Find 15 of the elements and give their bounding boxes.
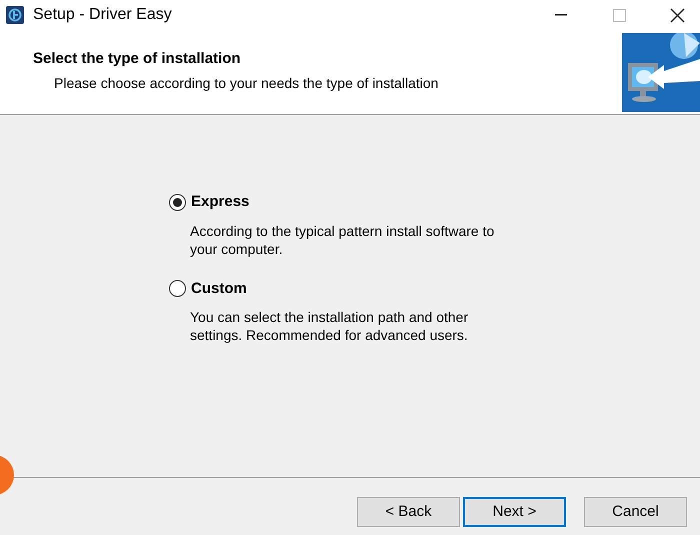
option-description: You can select the installation path and other settings. Recommended for advanced users. [190, 308, 470, 344]
option-label[interactable]: Custom [191, 278, 247, 300]
minimize-icon[interactable] [555, 14, 567, 16]
close-icon[interactable] [670, 8, 684, 22]
radio-button[interactable] [169, 280, 186, 298]
window-title: Setup - Driver Easy [33, 5, 172, 25]
page-subtitle: Please choose according to your needs the type of installation [54, 74, 438, 93]
dialog-button[interactable]: < Back [357, 497, 460, 527]
dialog-button[interactable]: Next > [463, 497, 566, 527]
dialog-button[interactable]: Cancel [584, 497, 687, 527]
option-label[interactable]: Express [191, 191, 250, 214]
option-description: According to the typical pattern install software to your computer. [190, 222, 496, 258]
radio-button[interactable] [169, 194, 186, 211]
page-heading: Select the type of installation [33, 49, 242, 69]
app-icon [6, 6, 24, 24]
